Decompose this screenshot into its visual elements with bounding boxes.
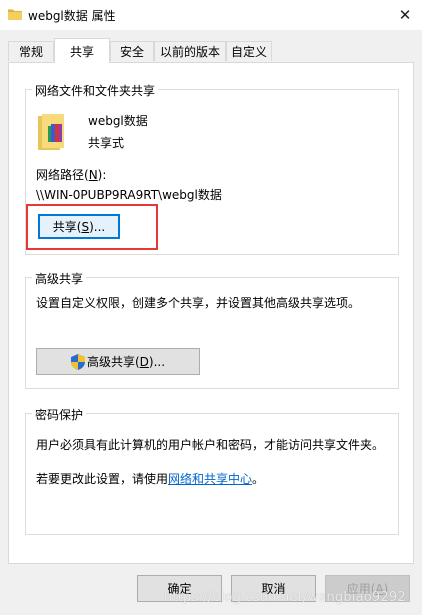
tab-customize[interactable]: 自定义 [226, 41, 272, 61]
network-sharing-legend: 网络文件和文件夹共享 [32, 82, 159, 99]
share-status: 共享式 [88, 136, 125, 150]
window-title: webgl数据 属性 [28, 9, 116, 23]
password-protection-legend: 密码保护 [32, 406, 87, 423]
advanced-sharing-description: 设置自定义权限，创建多个共享，并设置其他高级共享选项。 [36, 296, 361, 310]
folder-name: webgl数据 [88, 114, 148, 128]
password-change-text: 若要更改此设置，请使用网络和共享中心。 [36, 472, 265, 486]
folder-icon [8, 9, 22, 20]
shared-folder-icon [38, 114, 64, 150]
tab-previous-versions[interactable]: 以前的版本 [154, 41, 226, 61]
close-icon: ✕ [398, 6, 412, 24]
network-path-label: 网络路径(N): [36, 168, 107, 182]
password-protection-description: 用户必须具有此计算机的用户帐户和密码，才能访问共享文件夹。 [36, 438, 385, 452]
close-button[interactable]: ✕ [388, 0, 422, 30]
advanced-sharing-legend: 高级共享 [32, 270, 87, 287]
password-protection-group: 密码保护 用户必须具有此计算机的用户帐户和密码，才能访问共享文件夹。 若要更改此… [25, 406, 399, 535]
network-sharing-center-link[interactable]: 网络和共享中心 [168, 472, 252, 486]
highlight-box [26, 204, 158, 250]
tab-sharing[interactable]: 共享 [54, 38, 110, 63]
network-path-value: \\WIN-0PUBP9RA9RT\webgl数据 [36, 188, 222, 202]
tab-security[interactable]: 安全 [110, 41, 154, 61]
shield-icon [70, 353, 85, 370]
advanced-sharing-group: 高级共享 设置自定义权限，创建多个共享，并设置其他高级共享选项。 高级共享(D)… [25, 270, 399, 389]
watermark-text: https://blog.csdn.net/wangbiao9292 [164, 590, 406, 605]
advanced-sharing-button[interactable]: 高级共享(D)... [36, 348, 200, 375]
sharing-panel: 网络文件和文件夹共享 webgl数据 共享式 网络路径(N): \\WIN-0P… [8, 62, 414, 564]
tab-general[interactable]: 常规 [8, 41, 54, 61]
